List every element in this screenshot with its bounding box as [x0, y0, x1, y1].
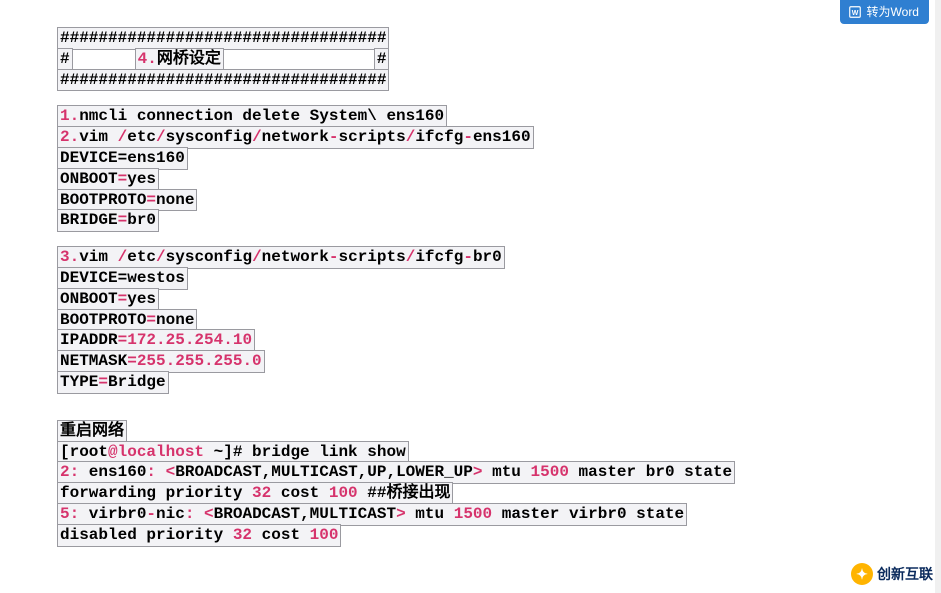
word-icon: W — [848, 5, 862, 19]
cfg-bridge: BRIDGE=br0 — [57, 209, 159, 232]
output-ens160-line2: forwarding priority 32 cost 100 ##桥接出现 — [57, 482, 453, 505]
hash-border-bottom: ################################## — [57, 69, 389, 92]
scrollbar-track[interactable] — [935, 0, 941, 593]
cfg-bootproto-1: BOOTPROTO=none — [57, 189, 197, 212]
brand-logo-text: 创新互联 — [877, 564, 933, 584]
header-right-hash: # — [374, 48, 390, 71]
cfg-bootproto-2: BOOTPROTO=none — [57, 309, 197, 332]
svg-text:W: W — [851, 9, 858, 16]
brand-logo-mark: ✦ — [851, 563, 873, 585]
cfg-ipaddr: IPADDR=172.25.254.10 — [57, 329, 255, 352]
brand-logo: ✦ 创新互联 — [851, 563, 933, 585]
restart-network-title: 重启网络 — [57, 420, 127, 443]
output-virbr0: 5: virbr0-nic: <BROADCAST,MULTICAST> mtu… — [57, 503, 687, 526]
convert-to-word-label: 转为Word — [867, 3, 919, 20]
output-virbr0-line2: disabled priority 32 cost 100 — [57, 524, 341, 547]
hash-border-top: ################################## — [57, 27, 389, 50]
cfg-netmask: NETMASK=255.255.255.0 — [57, 350, 265, 373]
header-title: 4.网桥设定 — [135, 48, 224, 71]
convert-to-word-button[interactable]: W 转为Word — [840, 0, 929, 24]
document-body: ################################## #4.网桥… — [0, 0, 941, 546]
header-left-hash: # — [57, 48, 73, 71]
cfg-onboot-2: ONBOOT=yes — [57, 288, 159, 311]
cfg-device-westos: DEVICE=westos — [57, 267, 188, 290]
cmd-bridge-link-show: [root@localhost ~]# bridge link show — [57, 441, 409, 464]
cfg-onboot-1: ONBOOT=yes — [57, 168, 159, 191]
cfg-type: TYPE=Bridge — [57, 371, 169, 394]
cmd-nmcli: 1.nmcli connection delete System\ ens160 — [57, 105, 447, 128]
cfg-device-ens160: DEVICE=ens160 — [57, 147, 188, 170]
output-ens160: 2: ens160: <BROADCAST,MULTICAST,UP,LOWER… — [57, 461, 735, 484]
cmd-vim-ens160: 2.vim /etc/sysconfig/network-scripts/ifc… — [57, 126, 534, 149]
cmd-vim-br0: 3.vim /etc/sysconfig/network-scripts/ifc… — [57, 246, 505, 269]
